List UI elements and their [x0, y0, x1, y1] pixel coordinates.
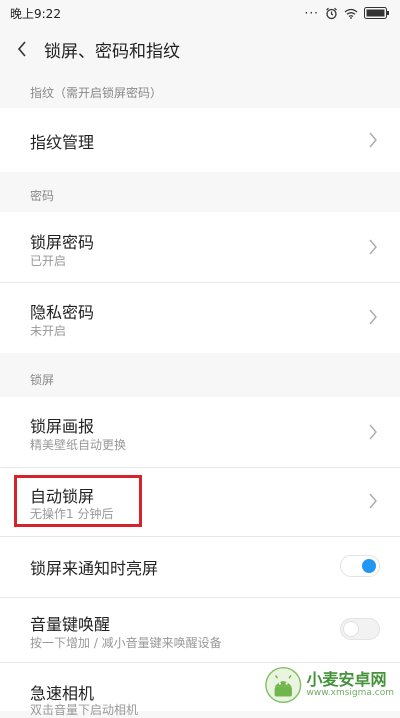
notification-dots: ···: [304, 6, 319, 20]
status-time: 晚上9:22: [10, 6, 61, 21]
chevron-right-icon: [369, 309, 377, 325]
page-title: 锁屏、密码和指纹: [44, 41, 180, 62]
chevron-right-icon: [369, 424, 377, 440]
row-title: 锁屏画报: [30, 417, 95, 436]
highlight-box: [14, 475, 142, 527]
status-icons: ···: [305, 6, 390, 20]
row-privacy-password[interactable]: 隐私密码 未开启: [0, 283, 400, 353]
chevron-right-icon: [369, 239, 377, 255]
row-subtitle: 双击音量下启动相机: [30, 703, 139, 717]
back-button[interactable]: [0, 26, 44, 72]
row-subtitle: 已开启: [30, 254, 67, 268]
row-fingerprint-manage[interactable]: 指纹管理: [0, 108, 400, 172]
title-bar: 锁屏、密码和指纹: [0, 26, 400, 72]
row-notify-wake[interactable]: 锁屏来通知时亮屏: [0, 537, 400, 597]
row-subtitle: 精美壁纸自动更换: [30, 438, 127, 452]
row-volume-wake[interactable]: 音量键唤醒 按一下增加 / 减小音量键来唤醒设备: [0, 598, 400, 662]
row-title: 指纹管理: [30, 133, 95, 152]
chevron-right-icon: [369, 132, 377, 148]
watermark-text: 小麦安卓网 www.xmsigma.com: [307, 671, 394, 698]
android-logo-icon: [265, 666, 302, 704]
watermark-url: www.xmsigma.com: [306, 687, 394, 698]
wifi-icon: [344, 8, 358, 19]
watermark-title: 小麦安卓网: [306, 670, 387, 690]
row-subtitle: 未开启: [30, 324, 67, 338]
back-arrow-icon: [17, 41, 26, 57]
section-header-password: 密码: [30, 189, 55, 203]
volume-wake-toggle[interactable]: [340, 618, 380, 640]
row-title: 锁屏密码: [30, 233, 95, 252]
row-lock-wallpaper[interactable]: 锁屏画报 精美壁纸自动更换: [0, 397, 400, 467]
row-subtitle: 按一下增加 / 减小音量键来唤醒设备: [30, 636, 222, 650]
row-title: 音量键唤醒: [30, 615, 111, 634]
section-header-lockscreen: 锁屏: [30, 373, 55, 387]
alarm-icon: [325, 7, 338, 20]
chevron-right-icon: [369, 493, 377, 509]
row-lock-password[interactable]: 锁屏密码 已开启: [0, 212, 400, 282]
notify-wake-toggle[interactable]: [340, 555, 380, 577]
row-title: 隐私密码: [30, 303, 95, 322]
status-bar: 晚上9:22 ···: [0, 0, 400, 26]
row-title: 锁屏来通知时亮屏: [30, 559, 159, 578]
toggle-knob: [362, 559, 376, 573]
section-header-fingerprint: 指纹（需开启锁屏密码）: [30, 86, 163, 100]
battery-icon: [364, 7, 390, 19]
watermark: 小麦安卓网 www.xmsigma.com: [264, 663, 394, 707]
toggle-knob: [343, 621, 359, 637]
